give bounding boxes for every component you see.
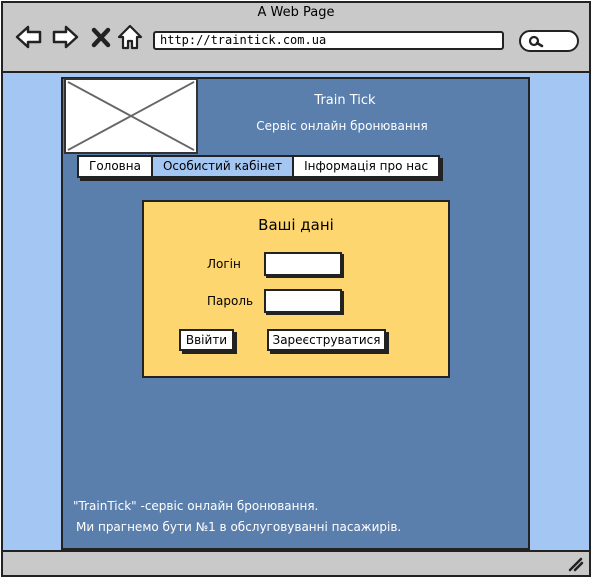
register-button[interactable]: Зареєструватися [267,329,386,351]
tab-about-us[interactable]: Інформація про нас [294,157,438,176]
search-box[interactable] [519,30,579,52]
footer-line-1: "TrainTick" -сервіс онлайн бронювання. [73,499,319,513]
tab-home[interactable]: Головна [79,157,153,176]
status-bar [1,550,591,577]
footer-line-2: Ми прагнемо бути №1 в обслуговуванні пас… [76,520,402,534]
login-card-title: Ваші дані [258,216,334,234]
logo-image-placeholder [64,78,198,154]
site-subtitle: Сервіс онлайн бронювання [256,119,428,133]
login-input[interactable] [264,252,342,276]
password-label: Пароль [207,294,254,308]
arrow-right-icon[interactable] [52,24,80,50]
tab-personal-cabinet[interactable]: Особистий кабінет [152,157,295,176]
login-label: Логін [207,257,241,271]
close-icon[interactable] [90,24,112,50]
address-bar[interactable]: http://traintick.com.ua [153,31,504,50]
password-input[interactable] [264,289,342,313]
arrow-left-icon[interactable] [14,24,42,50]
site-title: Train Tick [314,93,376,108]
resize-grip-icon[interactable] [567,556,585,572]
login-button[interactable]: Ввійти [179,329,234,351]
window-title: A Web Page [257,5,335,20]
main-navigation: Головна Особистий кабінет Інформація про… [77,155,441,178]
search-icon [528,35,544,48]
home-icon[interactable] [117,24,143,50]
